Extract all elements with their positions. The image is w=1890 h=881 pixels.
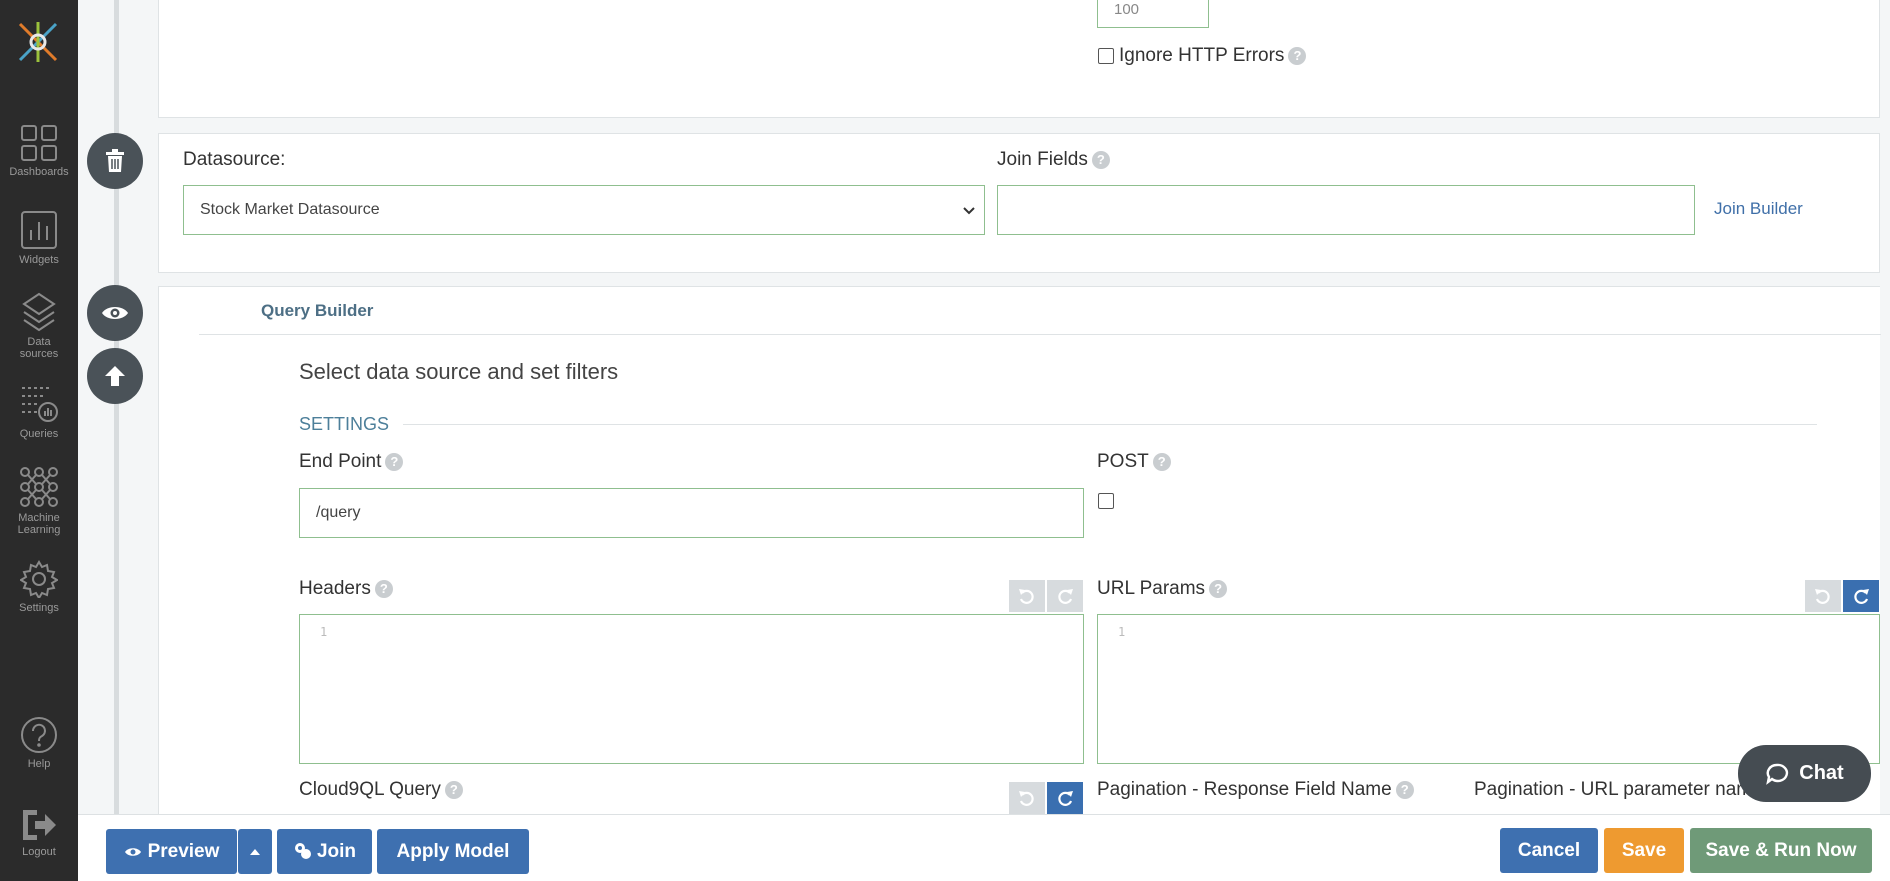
sidebar-item-label: Machine Learning bbox=[17, 512, 61, 536]
chat-button[interactable]: Chat bbox=[1738, 745, 1871, 802]
sidebar-item-label: Widgets bbox=[19, 254, 59, 266]
preview-step-button[interactable] bbox=[87, 285, 143, 341]
redo-icon bbox=[1058, 791, 1073, 806]
divider bbox=[403, 424, 1817, 425]
chat-bubble-icon bbox=[1766, 763, 1789, 785]
sidebar-item-label: Help bbox=[27, 758, 51, 770]
trash-icon bbox=[106, 149, 124, 172]
sidebar-item-logout[interactable]: Logout bbox=[0, 808, 78, 858]
post-label: POST? bbox=[1097, 451, 1171, 473]
gear-icon bbox=[20, 560, 58, 598]
join-icon bbox=[294, 842, 311, 859]
help-icon[interactable]: ? bbox=[444, 781, 463, 799]
headers-label: Headers? bbox=[299, 578, 393, 600]
main-content: 100 Ignore HTTP Errors? Datasource: Stoc… bbox=[78, 0, 1890, 881]
grid-icon bbox=[21, 125, 57, 161]
sidebar-item-data-sources[interactable]: Data sources bbox=[0, 292, 78, 360]
tab-query-builder[interactable]: Query Builder bbox=[261, 301, 373, 321]
query-builder-card: Query Builder Select data source and set… bbox=[158, 286, 1881, 816]
sidebar-item-machine-learning[interactable]: Machine Learning bbox=[0, 466, 78, 536]
bar-chart-icon bbox=[21, 211, 57, 249]
move-up-button[interactable] bbox=[87, 348, 143, 404]
help-icon bbox=[21, 717, 57, 753]
request-options-card: 100 Ignore HTTP Errors? bbox=[158, 0, 1880, 118]
delete-step-button[interactable] bbox=[87, 133, 143, 189]
url-params-undo-button[interactable] bbox=[1805, 580, 1841, 612]
redo-icon bbox=[1854, 589, 1869, 604]
pagination-response-field-label: Pagination - Response Field Name? bbox=[1097, 779, 1414, 801]
datasource-label: Datasource: bbox=[183, 149, 286, 170]
settings-section-label: SETTINGS bbox=[299, 414, 390, 434]
datasource-card: Datasource: Stock Market Datasource Join… bbox=[158, 133, 1880, 273]
sidebar-item-label: Data sources bbox=[19, 336, 59, 360]
cloud9ql-undo-button[interactable] bbox=[1009, 782, 1045, 814]
page-heading: Select data source and set filters bbox=[299, 359, 619, 384]
sidebar-item-help[interactable]: Help bbox=[0, 716, 78, 770]
undo-icon bbox=[1019, 791, 1034, 806]
sidebar-item-dashboards[interactable]: Dashboards bbox=[0, 124, 78, 178]
join-builder-link[interactable]: Join Builder bbox=[1714, 199, 1803, 219]
headers-undo-button[interactable] bbox=[1009, 580, 1045, 612]
sidebar-item-label: Logout bbox=[22, 846, 56, 858]
headers-editor[interactable]: 1 bbox=[299, 614, 1084, 764]
undo-icon bbox=[1815, 589, 1830, 604]
end-point-input[interactable]: /query bbox=[299, 488, 1084, 538]
help-icon[interactable]: ? bbox=[1395, 781, 1414, 799]
sidebar-item-queries[interactable]: Queries bbox=[0, 384, 78, 440]
url-params-label: URL Params? bbox=[1097, 578, 1228, 600]
sidebar: Dashboards Widgets Data sources Queries … bbox=[0, 0, 78, 881]
save-and-run-button[interactable]: Save & Run Now bbox=[1690, 828, 1872, 873]
datasource-select[interactable]: Stock Market Datasource bbox=[183, 185, 985, 235]
help-icon[interactable]: ? bbox=[385, 453, 404, 471]
eye-icon bbox=[102, 307, 128, 319]
logout-icon bbox=[23, 810, 56, 840]
preview-button[interactable]: Preview bbox=[106, 829, 237, 874]
save-button[interactable]: Save bbox=[1604, 828, 1684, 873]
arrow-up-icon bbox=[105, 366, 125, 386]
layers-icon bbox=[22, 292, 56, 332]
help-icon[interactable]: ? bbox=[1288, 47, 1307, 65]
end-point-label: End Point? bbox=[299, 451, 404, 473]
query-builder-tabbar: Query Builder bbox=[199, 287, 1881, 335]
app-logo[interactable] bbox=[16, 20, 60, 64]
caret-up-icon bbox=[250, 848, 260, 855]
line-number: 1 bbox=[1118, 625, 1126, 639]
url-params-redo-button[interactable] bbox=[1843, 580, 1879, 612]
sidebar-item-label: Settings bbox=[19, 602, 59, 614]
network-icon bbox=[20, 467, 58, 507]
help-icon[interactable]: ? bbox=[1209, 580, 1228, 598]
chevron-down-icon bbox=[963, 207, 975, 215]
apply-model-button[interactable]: Apply Model bbox=[377, 829, 529, 874]
sidebar-item-widgets[interactable]: Widgets bbox=[0, 210, 78, 266]
bottom-toolbar: Preview Join Apply Model Cancel Save Sav… bbox=[78, 814, 1890, 881]
cancel-button[interactable]: Cancel bbox=[1500, 828, 1598, 873]
join-fields-input[interactable] bbox=[997, 185, 1695, 235]
number-input[interactable]: 100 bbox=[1097, 0, 1209, 28]
cloud9ql-redo-button[interactable] bbox=[1047, 782, 1083, 814]
help-icon[interactable]: ? bbox=[374, 580, 393, 598]
help-icon[interactable]: ? bbox=[1152, 453, 1171, 471]
ignore-http-errors-label: Ignore HTTP Errors? bbox=[1119, 45, 1307, 67]
sidebar-item-settings[interactable]: Settings bbox=[0, 560, 78, 614]
query-icon bbox=[22, 387, 58, 422]
undo-icon bbox=[1019, 589, 1034, 604]
join-fields-label: Join Fields? bbox=[997, 149, 1110, 171]
sidebar-item-label: Queries bbox=[19, 428, 59, 440]
headers-redo-button[interactable] bbox=[1047, 580, 1083, 612]
preview-dropdown-button[interactable] bbox=[238, 829, 272, 874]
post-checkbox[interactable] bbox=[1098, 493, 1114, 509]
redo-icon bbox=[1058, 589, 1073, 604]
eye-icon bbox=[124, 847, 141, 856]
help-icon[interactable]: ? bbox=[1091, 151, 1110, 169]
join-button[interactable]: Join bbox=[277, 829, 372, 874]
sidebar-item-label: Dashboards bbox=[9, 166, 69, 178]
cloud9ql-query-label: Cloud9QL Query? bbox=[299, 779, 463, 801]
line-number: 1 bbox=[320, 625, 328, 639]
url-params-editor[interactable]: 1 bbox=[1097, 614, 1880, 764]
ignore-http-errors-checkbox[interactable] bbox=[1098, 48, 1114, 64]
pagination-url-parameter-label: Pagination - URL parameter name? bbox=[1474, 779, 1785, 801]
